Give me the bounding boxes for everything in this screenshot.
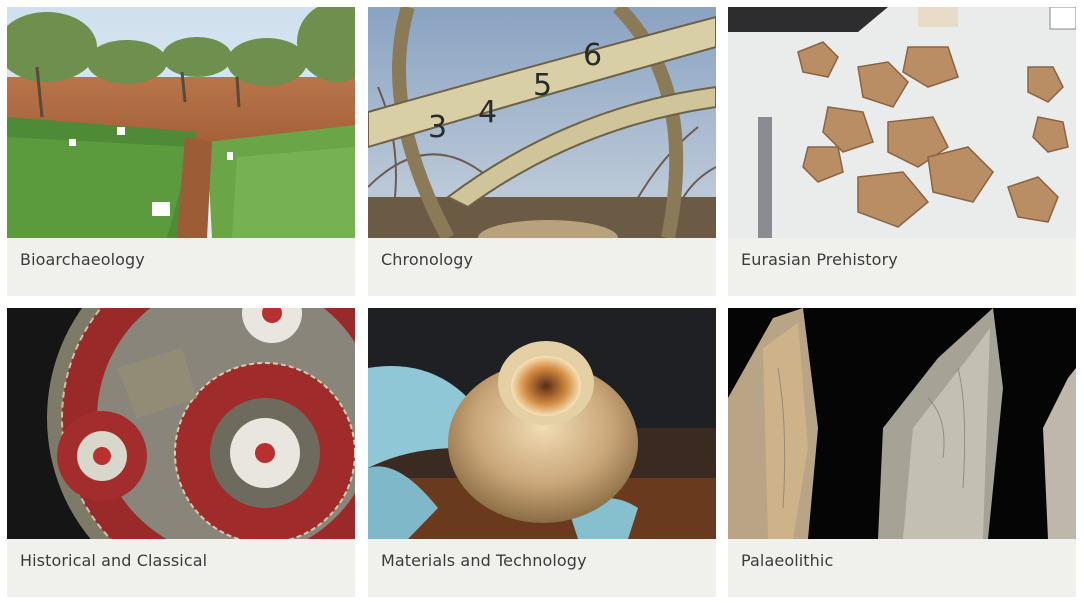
svg-text:5: 5 bbox=[533, 68, 552, 103]
card-historical-and-classical[interactable]: Historical and Classical bbox=[7, 308, 355, 597]
card-label: Historical and Classical bbox=[20, 551, 208, 570]
svg-text:3: 3 bbox=[428, 110, 447, 145]
card-label: Bioarchaeology bbox=[20, 250, 145, 269]
card-palaeolithic[interactable]: Palaeolithic bbox=[728, 308, 1076, 597]
field-crops-image bbox=[7, 7, 355, 238]
card-eurasian-prehistory[interactable]: Eurasian Prehistory bbox=[728, 7, 1076, 296]
svg-text:6: 6 bbox=[583, 38, 602, 73]
card-bioarchaeology[interactable]: Bioarchaeology bbox=[7, 7, 355, 296]
card-label: Palaeolithic bbox=[741, 551, 834, 570]
armillary-sphere-image: 3 4 5 6 bbox=[368, 7, 716, 238]
svg-text:4: 4 bbox=[478, 95, 497, 130]
card-label: Eurasian Prehistory bbox=[741, 250, 898, 269]
card-materials-and-technology[interactable]: Materials and Technology bbox=[368, 308, 716, 597]
card-label: Materials and Technology bbox=[381, 551, 587, 570]
bone-fragments-image bbox=[728, 7, 1076, 238]
flint-blades-image bbox=[728, 308, 1076, 539]
card-label: Chronology bbox=[381, 250, 474, 269]
garnet-brooch-image bbox=[7, 308, 355, 539]
research-areas-grid: Bioarchaeology 3 4 5 6 Chronology Eurasi… bbox=[0, 0, 1084, 603]
glass-vessel-image bbox=[368, 308, 716, 539]
card-chronology[interactable]: 3 4 5 6 Chronology bbox=[368, 7, 716, 296]
